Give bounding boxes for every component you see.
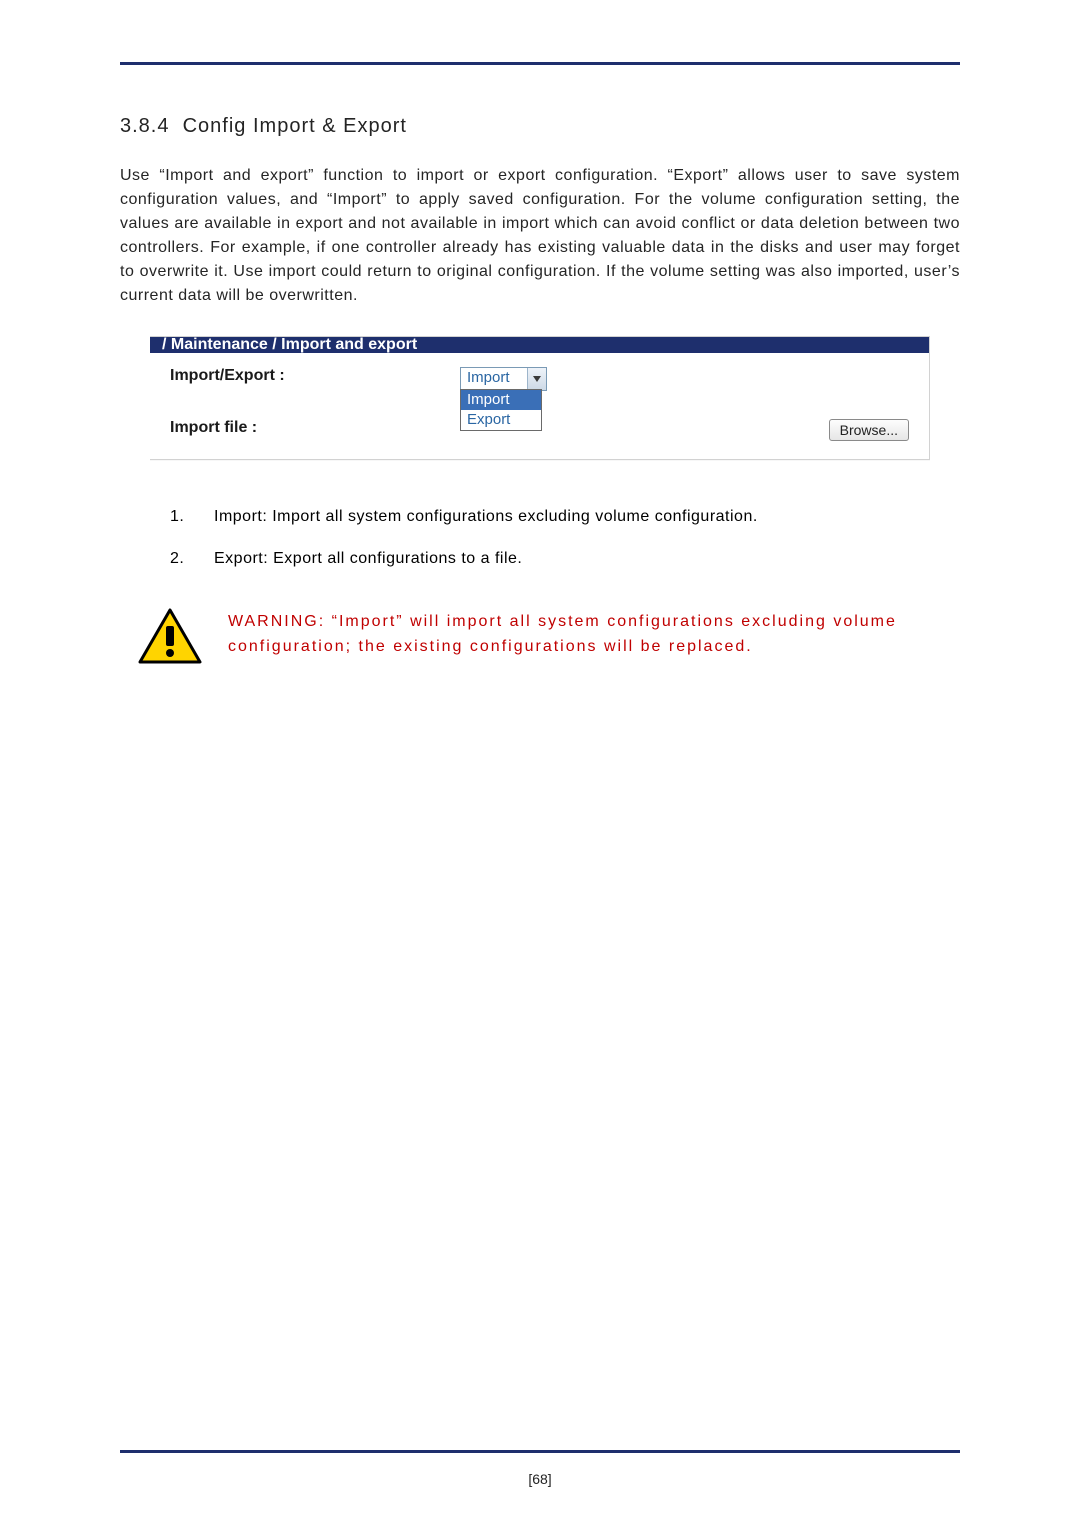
intro-paragraph: Use “Import and export” function to impo…	[120, 164, 960, 308]
list-text: Export: Export all configurations to a f…	[214, 550, 522, 568]
list-text: Import: Import all system configurations…	[214, 508, 758, 526]
import-export-dropdown[interactable]: Import Export	[460, 389, 542, 431]
import-export-selected: Import	[461, 368, 527, 390]
warning-box: WARNING: “Import” will import all system…	[138, 608, 960, 664]
option-import[interactable]: Import	[461, 390, 541, 410]
list-number: 1.	[170, 508, 190, 526]
page-number: [68]	[120, 1471, 960, 1487]
warning-icon	[138, 608, 202, 664]
section-title: Config Import & Export	[183, 115, 407, 137]
top-rule	[120, 62, 960, 65]
list-item: 1. Import: Import all system configurati…	[170, 508, 960, 526]
config-import-export-panel: / Maintenance / Import and export Import…	[150, 336, 930, 460]
breadcrumb: / Maintenance / Import and export	[150, 337, 429, 353]
import-file-label: Import file :	[170, 419, 460, 437]
chevron-down-icon[interactable]	[527, 368, 546, 390]
import-export-select[interactable]: Import	[460, 367, 547, 391]
section-number: 3.8.4	[120, 115, 169, 137]
bottom-rule	[120, 1450, 960, 1453]
list-number: 2.	[170, 550, 190, 568]
warning-text: WARNING: “Import” will import all system…	[228, 608, 960, 660]
import-export-label: Import/Export :	[170, 367, 460, 385]
list-item: 2. Export: Export all configurations to …	[170, 550, 960, 568]
section-heading: 3.8.4 Config Import & Export	[120, 115, 960, 138]
description-list: 1. Import: Import all system configurati…	[170, 508, 960, 568]
option-export[interactable]: Export	[461, 410, 541, 430]
browse-button[interactable]: Browse...	[829, 419, 909, 441]
import-export-row: Import/Export : Import Import Export	[170, 367, 909, 391]
